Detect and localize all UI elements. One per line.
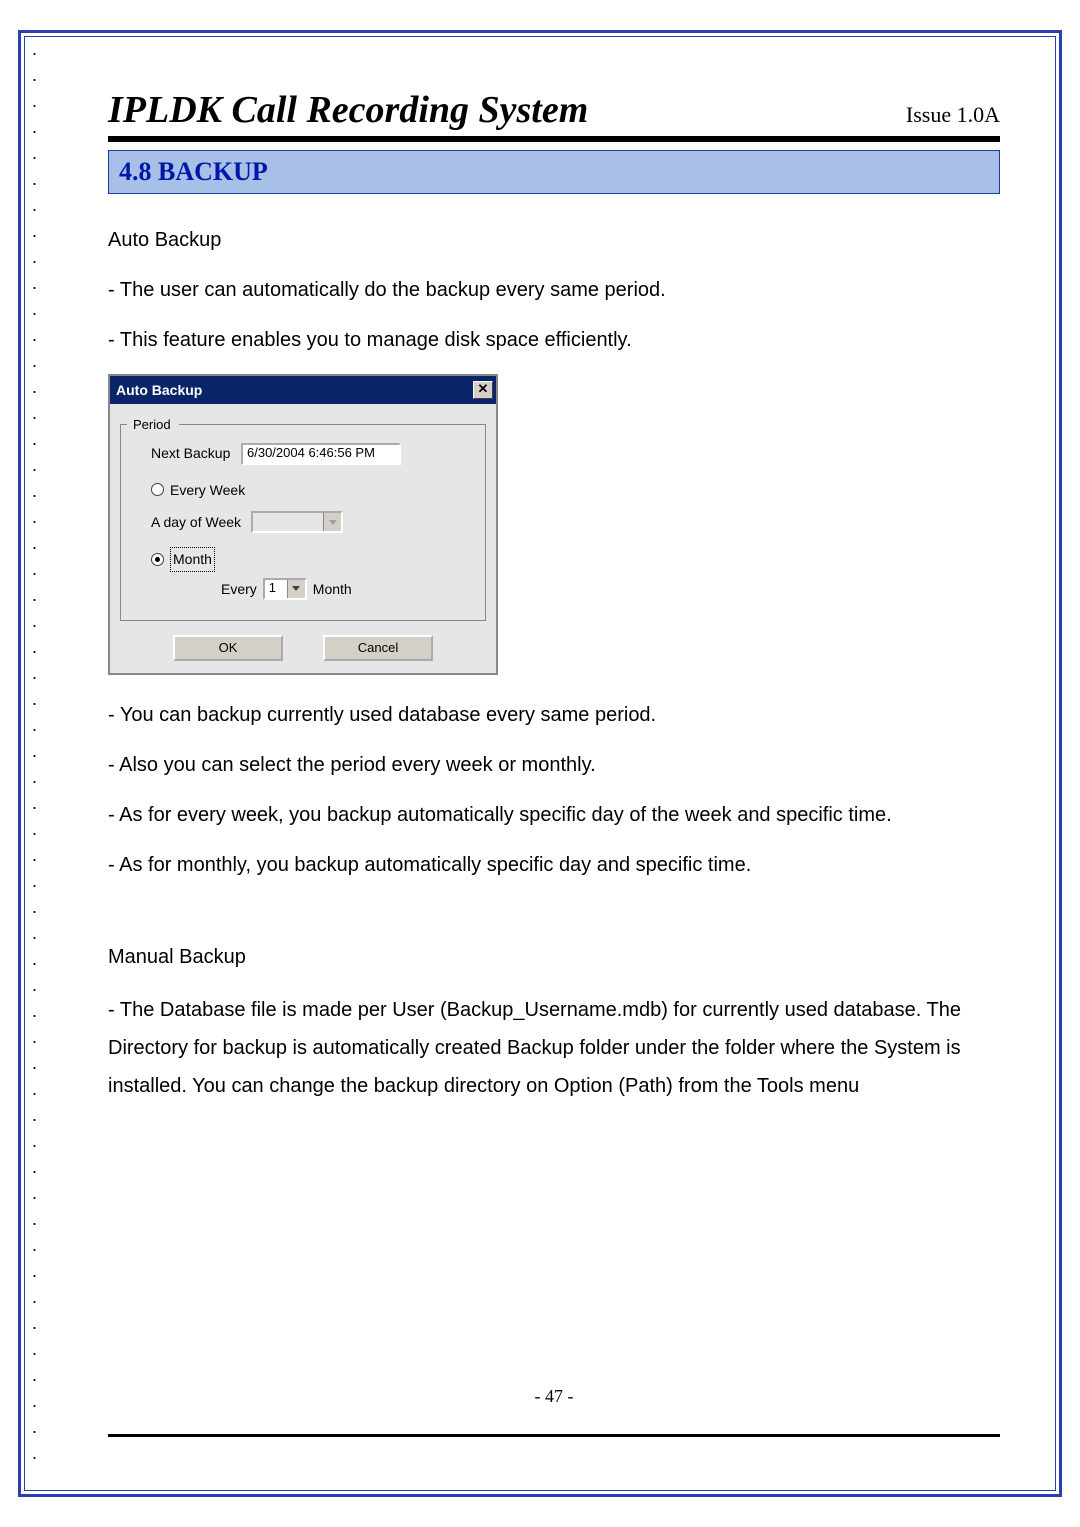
paragraph: - As for monthly, you backup automatical…	[108, 849, 1000, 881]
radio-on-icon	[151, 553, 164, 566]
chevron-down-icon[interactable]	[323, 513, 341, 531]
paragraph: - You can backup currently used database…	[108, 699, 1000, 731]
day-of-week-label: A day of Week	[151, 511, 251, 533]
period-groupbox: Period Next Backup 6/30/2004 6:46:56 PM …	[120, 424, 486, 621]
header-rule	[108, 136, 1000, 142]
body: Auto Backup - The user can automatically…	[108, 224, 1000, 1105]
radio-off-icon	[151, 483, 164, 496]
every-month-value: 1	[265, 580, 287, 598]
next-backup-row: Next Backup 6/30/2004 6:46:56 PM	[131, 442, 475, 464]
ok-button[interactable]: OK	[173, 635, 283, 661]
paragraph: - As for every week, you backup automati…	[108, 799, 1000, 831]
close-icon[interactable]: ✕	[473, 381, 493, 399]
every-month-combo[interactable]: 1	[263, 578, 307, 600]
page-content: IPLDK Call Recording System Issue 1.0A 4…	[108, 88, 1000, 1457]
paragraph: - Also you can select the period every w…	[108, 749, 1000, 781]
page-header: IPLDK Call Recording System Issue 1.0A	[108, 88, 1000, 132]
every-week-radio[interactable]: Every Week	[151, 479, 245, 501]
document-issue: Issue 1.0A	[906, 102, 1000, 128]
groupbox-legend: Period	[129, 415, 175, 436]
dialog-button-row: OK Cancel	[120, 635, 486, 661]
auto-backup-dialog: Auto Backup ✕ Period Next Backup 6/30/20…	[108, 374, 498, 675]
every-week-label: Every Week	[170, 479, 245, 501]
subheading-auto-backup: Auto Backup	[108, 224, 1000, 256]
dialog-body: Period Next Backup 6/30/2004 6:46:56 PM …	[110, 404, 496, 673]
every-month-row: Every 1 Month	[221, 578, 475, 600]
next-backup-label: Next Backup	[151, 442, 241, 464]
cancel-button[interactable]: Cancel	[323, 635, 433, 661]
section-heading: 4.8 BACKUP	[119, 157, 268, 186]
day-of-week-row: A day of Week	[151, 511, 475, 533]
document-title: IPLDK Call Recording System	[108, 88, 588, 132]
month-radio[interactable]: Month	[151, 547, 215, 571]
paragraph: - This feature enables you to manage dis…	[108, 324, 1000, 356]
month-label: Month	[170, 547, 215, 571]
day-of-week-value	[253, 513, 323, 531]
paragraph: - The user can automatically do the back…	[108, 274, 1000, 306]
dialog-titlebar[interactable]: Auto Backup ✕	[110, 376, 496, 404]
decorative-dots: ........................................…	[30, 36, 50, 1491]
subheading-manual-backup: Manual Backup	[108, 941, 1000, 973]
day-of-week-combo[interactable]	[251, 511, 343, 533]
paragraph: - The Database file is made per User (Ba…	[108, 991, 1000, 1105]
section-heading-bar: 4.8 BACKUP	[108, 150, 1000, 194]
page-number: - 47 -	[108, 1386, 1000, 1407]
chevron-down-icon[interactable]	[287, 580, 305, 598]
dialog-title: Auto Backup	[116, 379, 202, 401]
every-label: Every	[221, 578, 257, 600]
next-backup-field[interactable]: 6/30/2004 6:46:56 PM	[241, 443, 401, 465]
footer-rule	[108, 1434, 1000, 1437]
month-unit-label: Month	[313, 578, 352, 600]
